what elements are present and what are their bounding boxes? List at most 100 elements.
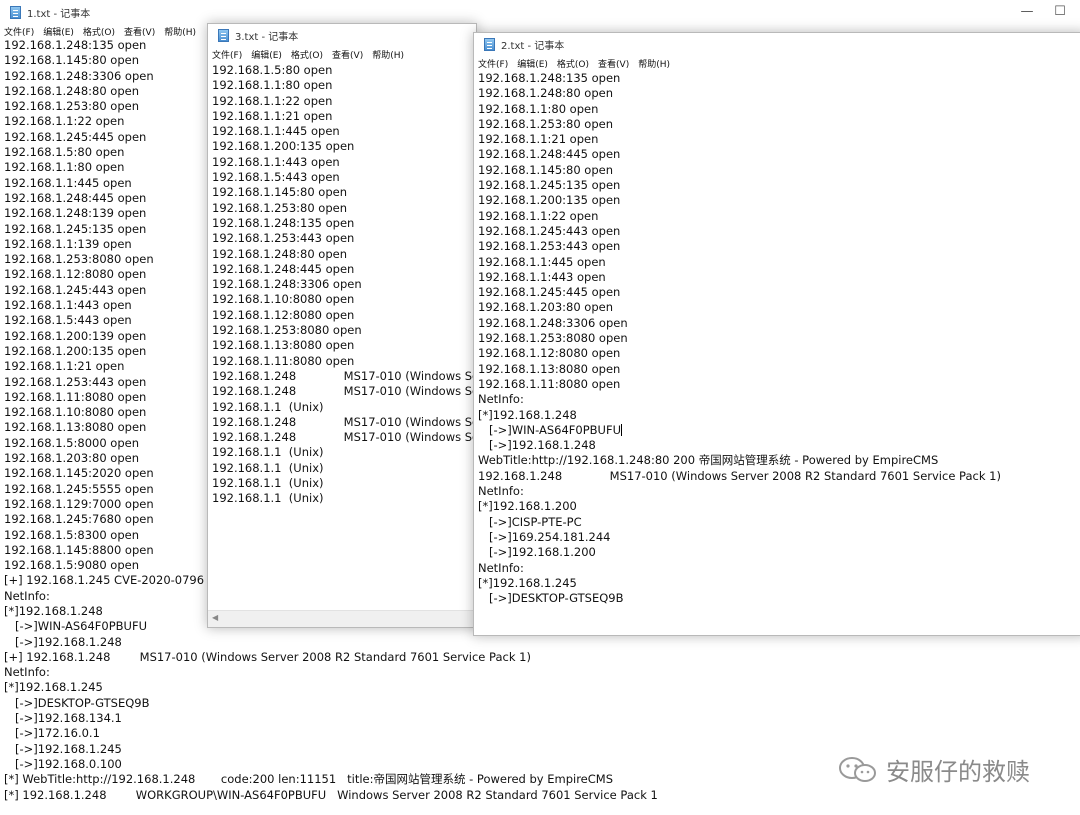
menu-file[interactable]: 文件(F) bbox=[212, 48, 242, 61]
wechat-icon bbox=[838, 756, 878, 784]
text-line: 192.168.1.253:80 open bbox=[212, 200, 347, 215]
menu-file[interactable]: 文件(F) bbox=[478, 57, 508, 70]
text-line: NetInfo: bbox=[478, 560, 524, 575]
text-line: [->]192.168.1.200 bbox=[478, 545, 596, 560]
text-line: 192.168.1.1 (Unix) bbox=[212, 445, 324, 460]
text-line: NetInfo: bbox=[4, 665, 50, 680]
text-line: 192.168.1.248:135 open bbox=[478, 71, 621, 85]
text-line: [->]192.168.134.1 bbox=[4, 711, 122, 726]
notepad-icon bbox=[218, 28, 229, 42]
text-line: 192.168.1.248:445 open bbox=[212, 261, 355, 276]
text-line: 192.168.1.1:21 open bbox=[212, 108, 333, 123]
text-line: 192.168.1.1 (Unix) bbox=[212, 476, 324, 491]
text-line: 192.168.1.13:8080 open bbox=[478, 361, 621, 376]
text-line: 192.168.1.1 (Unix) bbox=[212, 491, 324, 506]
menu-edit[interactable]: 编辑(E) bbox=[251, 48, 282, 61]
text-line: 192.168.1.5:80 open bbox=[212, 63, 333, 77]
text-line: 192.168.1.248 MS17-010 (Windows Server 2… bbox=[478, 468, 1001, 483]
window-title: 3.txt - 记事本 bbox=[235, 31, 299, 43]
scroll-left-icon[interactable]: ◀ bbox=[212, 613, 218, 622]
menu-bar: 文件(F) 编辑(E) 格式(O) 查看(V) 帮助(H) bbox=[474, 55, 1080, 71]
text-caret bbox=[621, 424, 622, 437]
text-line: 192.168.1.245:445 open bbox=[478, 285, 621, 300]
menu-file[interactable]: 文件(F) bbox=[4, 25, 34, 38]
text-line: 192.168.1.1:80 open bbox=[212, 78, 333, 93]
text-line: [->]DESKTOP-GTSEQ9B bbox=[478, 591, 624, 606]
text-area[interactable]: 192.168.1.5:80 open 192.168.1.1:80 open 19… bbox=[208, 63, 476, 610]
title-bar[interactable]: 2.txt - 记事本 bbox=[474, 33, 1080, 55]
text-line: [->]172.16.0.1 bbox=[4, 726, 100, 741]
text-line: 192.168.1.253:443 open bbox=[478, 239, 621, 254]
text-line: 192.168.1.248:3306 open bbox=[478, 315, 628, 330]
text-line: 192.168.1.1:445 open bbox=[478, 254, 606, 269]
text-line: [->]CISP-PTE-PC bbox=[478, 514, 582, 529]
text-line: [->]192.168.1.248 bbox=[478, 438, 596, 453]
text-line: 192.168.1.1:22 open bbox=[212, 93, 333, 108]
text-line: [*]192.168.1.245 bbox=[4, 680, 103, 695]
text-line: 192.168.1.248 MS17-010 (Windows Server bbox=[212, 414, 476, 429]
text-line: [*]192.168.1.248 bbox=[478, 407, 577, 422]
menu-edit[interactable]: 编辑(E) bbox=[43, 25, 74, 38]
text-line: 192.168.1.248 MS17-010 (Windows Server bbox=[212, 384, 476, 399]
text-line: 192.168.1.253:8080 open bbox=[212, 323, 362, 338]
text-line: 192.168.1.245:443 open bbox=[478, 223, 621, 238]
menu-view[interactable]: 查看(V) bbox=[598, 57, 629, 70]
text-line: 192.168.1.253:80 open bbox=[478, 116, 613, 131]
text-line: 192.168.1.1 (Unix) bbox=[212, 460, 324, 475]
menu-format[interactable]: 格式(O) bbox=[83, 25, 115, 38]
text-line: 192.168.1.1:443 open bbox=[212, 154, 340, 169]
text-area[interactable]: 192.168.1.248:135 open 192.168.1.248:80 o… bbox=[474, 71, 1080, 635]
menu-format[interactable]: 格式(O) bbox=[557, 57, 589, 70]
text-line: 192.168.1.248:80 open bbox=[478, 86, 613, 101]
minimize-button[interactable]: — bbox=[1012, 4, 1042, 19]
horizontal-scrollbar[interactable]: ◀ bbox=[208, 610, 476, 627]
text-line: 192.168.1.253:443 open bbox=[212, 231, 355, 246]
text-line: WebTitle:http://192.168.1.248:80 200 帝国网… bbox=[478, 453, 939, 468]
text-line: 192.168.1.12:8080 open bbox=[478, 346, 621, 361]
watermark: 安服仔的救赎 bbox=[838, 752, 1030, 787]
text-line: 192.168.1.12:8080 open bbox=[212, 307, 355, 322]
text-line: 192.168.1.253:8080 open bbox=[478, 331, 628, 346]
text-line: 192.168.1.200:135 open bbox=[478, 193, 621, 208]
notepad-window-2: 2.txt - 记事本 文件(F) 编辑(E) 格式(O) 查看(V) 帮助(H… bbox=[473, 32, 1080, 636]
text-line: 192.168.1.1:22 open bbox=[478, 208, 599, 223]
text-line: [*] 192.168.1.248 WORKGROUP\WIN-AS64F0PB… bbox=[4, 787, 658, 802]
text-line: 192.168.1.200:135 open bbox=[212, 139, 355, 154]
text-line: 192.168.1.5:443 open bbox=[212, 170, 340, 185]
text-line: 192.168.1.145:80 open bbox=[212, 185, 347, 200]
menu-help[interactable]: 帮助(H) bbox=[372, 48, 404, 61]
text-line: 192.168.1.1:443 open bbox=[478, 269, 606, 284]
text-line: 192.168.1.1:445 open bbox=[212, 124, 340, 139]
text-line: 192.168.1.13:8080 open bbox=[212, 338, 355, 353]
title-bar[interactable]: 1.txt - 记事本 — ☐ bbox=[0, 0, 1080, 24]
text-line: [*]192.168.1.200 bbox=[478, 499, 577, 514]
menu-view[interactable]: 查看(V) bbox=[332, 48, 363, 61]
window-title: 1.txt - 记事本 bbox=[27, 8, 91, 20]
menu-bar: 文件(F) 编辑(E) 格式(O) 查看(V) 帮助(H) bbox=[208, 46, 476, 62]
notepad-icon bbox=[10, 5, 21, 19]
text-line: 192.168.1.145:80 open bbox=[478, 162, 613, 177]
text-line: NetInfo: bbox=[478, 484, 524, 499]
text-line: 192.168.1.245:135 open bbox=[478, 178, 621, 193]
text-line: [->]192.168.1.248 bbox=[4, 634, 122, 649]
menu-view[interactable]: 查看(V) bbox=[124, 25, 155, 38]
text-line: 192.168.1.203:80 open bbox=[478, 300, 613, 315]
text-line: [+] 192.168.1.248 MS17-010 (Windows Serv… bbox=[4, 649, 531, 664]
watermark-text: 安服仔的救赎 bbox=[886, 758, 1030, 786]
text-line: [*]192.168.1.245 bbox=[478, 575, 577, 590]
text-line: [->]WIN-AS64F0PBUFU bbox=[478, 422, 622, 437]
text-line: [->]169.254.181.244 bbox=[478, 529, 611, 544]
text-line: 192.168.1.1 (Unix) bbox=[212, 399, 324, 414]
menu-help[interactable]: 帮助(H) bbox=[638, 57, 670, 70]
menu-edit[interactable]: 编辑(E) bbox=[517, 57, 548, 70]
menu-help[interactable]: 帮助(H) bbox=[164, 25, 196, 38]
text-line: 192.168.1.1:80 open bbox=[478, 101, 599, 116]
text-line: 192.168.1.248:3306 open bbox=[212, 277, 362, 292]
title-bar[interactable]: 3.txt - 记事本 bbox=[208, 24, 476, 46]
text-line: 192.168.1.248:445 open bbox=[478, 147, 621, 162]
text-line: 192.168.1.248:135 open bbox=[212, 215, 355, 230]
notepad-window-3: 3.txt - 记事本 文件(F) 编辑(E) 格式(O) 查看(V) 帮助(H… bbox=[207, 23, 477, 628]
maximize-button[interactable]: ☐ bbox=[1045, 4, 1075, 19]
menu-format[interactable]: 格式(O) bbox=[291, 48, 323, 61]
notepad-icon bbox=[484, 37, 495, 51]
